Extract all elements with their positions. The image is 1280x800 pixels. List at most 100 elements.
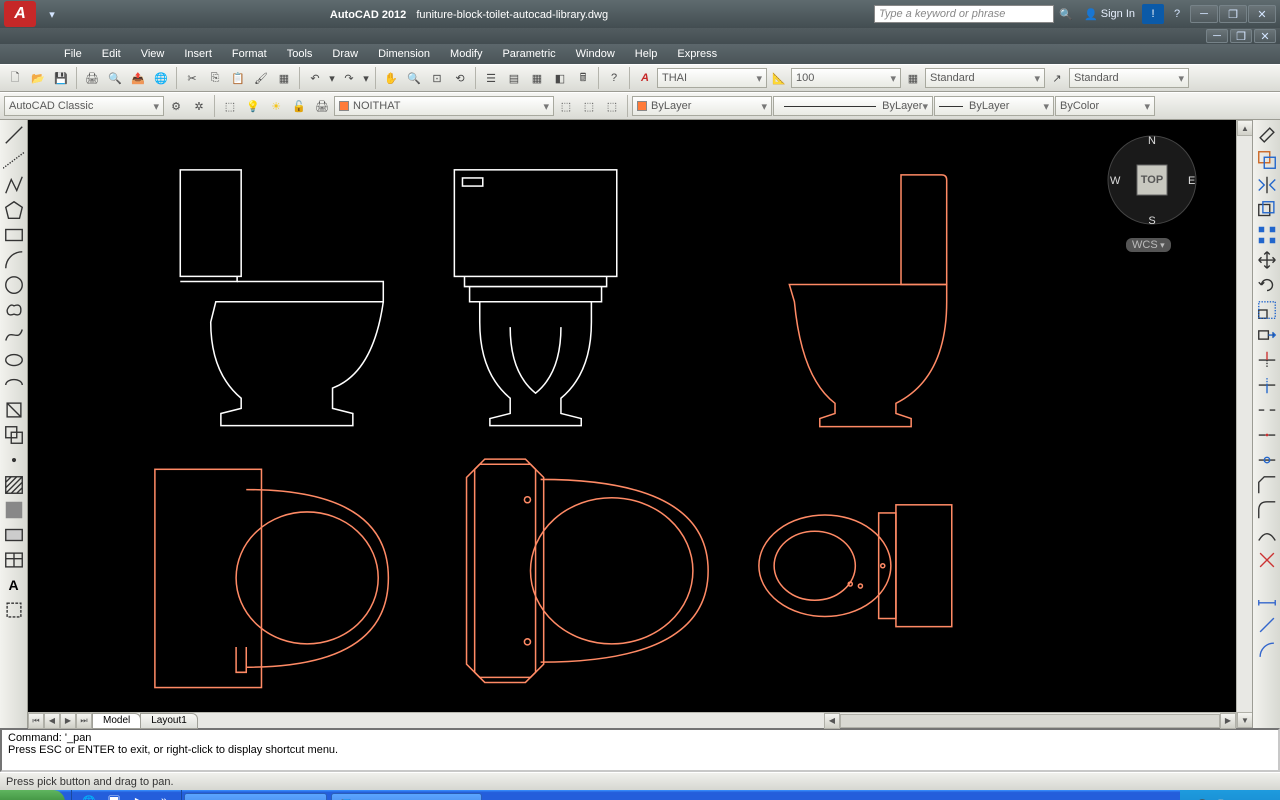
region-icon[interactable]: [3, 524, 25, 546]
cut-icon[interactable]: ✂: [181, 67, 203, 89]
chamfer-icon[interactable]: [1256, 474, 1278, 496]
layer-freeze-icon[interactable]: ☀: [265, 95, 287, 117]
textstyle-icon[interactable]: A: [634, 67, 656, 89]
start-button[interactable]: ⊞ start: [0, 790, 65, 800]
markup-icon[interactable]: ◧: [549, 67, 571, 89]
print-icon[interactable]: 🖨: [81, 67, 103, 89]
paste-icon[interactable]: 📋: [227, 67, 249, 89]
make-block-icon[interactable]: [3, 424, 25, 446]
exchange-icon[interactable]: !: [1142, 4, 1164, 24]
mirror-icon[interactable]: [1256, 174, 1278, 196]
qat-dropdown-icon[interactable]: ▾: [41, 4, 63, 24]
3ddwf-icon[interactable]: 🌐: [150, 67, 172, 89]
insert-icon[interactable]: [3, 399, 25, 421]
dimstyle-combo[interactable]: 100▾: [791, 68, 901, 88]
gradient-icon[interactable]: [3, 499, 25, 521]
lineweight-combo[interactable]: ByLayer▾: [934, 96, 1054, 116]
workspace-combo[interactable]: AutoCAD Classic▾: [4, 96, 164, 116]
zoom-prev-icon[interactable]: ⟲: [449, 67, 471, 89]
menu-insert[interactable]: Insert: [174, 48, 222, 60]
color-combo[interactable]: ByLayer▾: [632, 96, 772, 116]
copy2-icon[interactable]: [1256, 149, 1278, 171]
join-icon[interactable]: [1256, 449, 1278, 471]
layer-lock-icon[interactable]: 🔓: [288, 95, 310, 117]
mtext-icon[interactable]: A: [3, 574, 25, 596]
layer-state-icon[interactable]: ⬚: [555, 95, 577, 117]
menu-express[interactable]: Express: [667, 48, 727, 60]
new-icon[interactable]: 🗋: [4, 67, 26, 89]
layer-props-icon[interactable]: ⬚: [219, 95, 241, 117]
textstyle-combo[interactable]: THAI▾: [657, 68, 767, 88]
layer-plot-icon[interactable]: 🖨: [311, 95, 333, 117]
menu-view[interactable]: View: [131, 48, 175, 60]
constructionline-icon[interactable]: [3, 149, 25, 171]
fillet-icon[interactable]: [1256, 499, 1278, 521]
break2-icon[interactable]: [1256, 424, 1278, 446]
move-icon[interactable]: [1256, 249, 1278, 271]
redo-dd-icon[interactable]: ▾: [361, 67, 371, 89]
break-icon[interactable]: [1256, 399, 1278, 421]
menu-modify[interactable]: Modify: [440, 48, 492, 60]
menu-dimension[interactable]: Dimension: [368, 48, 440, 60]
copy-icon[interactable]: ⎘: [204, 67, 226, 89]
menu-help[interactable]: Help: [625, 48, 668, 60]
hscroll-left-icon[interactable]: ◀: [824, 713, 840, 729]
maximize-button[interactable]: ❐: [1219, 5, 1247, 23]
tab-prev-icon[interactable]: ◀: [44, 713, 60, 729]
zoom-rt-icon[interactable]: 🔍: [403, 67, 425, 89]
pan-icon[interactable]: ✋: [380, 67, 402, 89]
undo-dd-icon[interactable]: ▾: [327, 67, 337, 89]
workspace-save-icon[interactable]: ✲: [188, 95, 210, 117]
hscroll-track[interactable]: [840, 714, 1220, 728]
system-tray[interactable]: ‹ ⚫ 🔊 5:35 PM: [1180, 790, 1280, 800]
mdi-minimize-button[interactable]: ─: [1206, 29, 1228, 43]
polygon-icon[interactable]: [3, 199, 25, 221]
hatch-icon[interactable]: [3, 474, 25, 496]
menu-edit[interactable]: Edit: [92, 48, 131, 60]
mdi-restore-button[interactable]: ❐: [1230, 29, 1252, 43]
vscroll-down-icon[interactable]: ▼: [1237, 712, 1253, 728]
linetype-combo[interactable]: ByLayer▾: [773, 96, 933, 116]
help-icon[interactable]: ?: [1166, 4, 1188, 24]
quick-media-icon[interactable]: ▶: [128, 790, 150, 800]
arc-icon[interactable]: [3, 249, 25, 271]
layer-iso-icon[interactable]: ⬚: [578, 95, 600, 117]
explode-icon[interactable]: [1256, 549, 1278, 571]
dim-arc-icon[interactable]: [1256, 639, 1278, 661]
hscroll-right-icon[interactable]: ▶: [1220, 713, 1236, 729]
menu-file[interactable]: File: [54, 48, 92, 60]
tab-first-icon[interactable]: ⏮: [28, 713, 44, 729]
publish-icon[interactable]: 📤: [127, 67, 149, 89]
scale-icon[interactable]: [1256, 299, 1278, 321]
dimstyle-icon[interactable]: 📐: [768, 67, 790, 89]
taskbar-autocad[interactable]: AAutoCAD 2012 - [funi...: [184, 793, 326, 800]
sign-in-button[interactable]: 👤 Sign In: [1084, 8, 1135, 21]
offset-icon[interactable]: [1256, 199, 1278, 221]
table-icon[interactable]: [3, 549, 25, 571]
open-icon[interactable]: 📂: [27, 67, 49, 89]
ellipse-icon[interactable]: [3, 349, 25, 371]
erase-icon[interactable]: [1256, 124, 1278, 146]
point-icon[interactable]: [3, 449, 25, 471]
tool-palette-icon[interactable]: ▦: [526, 67, 548, 89]
taskbar-lacviet[interactable]: 📘LACVIET - mtd9 EVA ...: [331, 793, 482, 800]
menu-window[interactable]: Window: [566, 48, 625, 60]
circle-icon[interactable]: [3, 274, 25, 296]
dim-linear-icon[interactable]: [1256, 589, 1278, 611]
plotstyle-combo[interactable]: ByColor▾: [1055, 96, 1155, 116]
close-button[interactable]: ✕: [1248, 5, 1276, 23]
tab-last-icon[interactable]: ⏭: [76, 713, 92, 729]
vscroll-up-icon[interactable]: ▲: [1237, 120, 1253, 136]
redo-icon[interactable]: ↷: [338, 67, 360, 89]
ellipse-arc-icon[interactable]: [3, 374, 25, 396]
minimize-button[interactable]: ─: [1190, 5, 1218, 23]
workspace-settings-icon[interactable]: ⚙: [165, 95, 187, 117]
line-icon[interactable]: [3, 124, 25, 146]
spline-icon[interactable]: [3, 324, 25, 346]
layout1-tab[interactable]: Layout1: [140, 713, 198, 729]
extend-icon[interactable]: [1256, 374, 1278, 396]
quick-desktop-icon[interactable]: 🖥: [103, 790, 125, 800]
tablestyle-icon[interactable]: ▦: [902, 67, 924, 89]
zoom-win-icon[interactable]: ⊡: [426, 67, 448, 89]
save-icon[interactable]: 💾: [50, 67, 72, 89]
